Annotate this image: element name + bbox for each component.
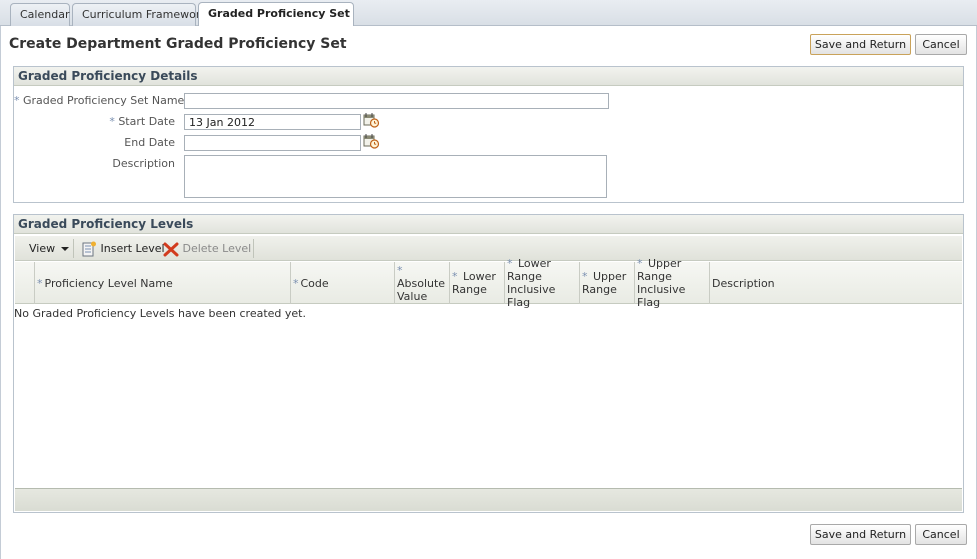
column-header-absolute-value[interactable]: * Absolute Value (395, 262, 450, 304)
column-header-lower-range-inclusive-flag[interactable]: * Lower Range Inclusive Flag (505, 257, 580, 309)
column-header-proficiency-level-name[interactable]: * Proficiency Level Name (35, 262, 291, 304)
set-name-field[interactable] (184, 93, 609, 109)
view-menu[interactable]: View (29, 239, 69, 258)
column-header-upper-range[interactable]: * Upper Range (580, 262, 635, 304)
column-header-lower-range[interactable]: * Lower Range (450, 262, 505, 304)
start-date-field[interactable] (184, 114, 361, 130)
levels-table-footer (15, 488, 962, 511)
insert-level-label: Insert Level (100, 242, 165, 255)
view-label: View (29, 242, 56, 255)
delete-level-button[interactable]: Delete Level (163, 239, 251, 258)
tab-graded-proficiency-set[interactable]: Graded Proficiency Set (198, 2, 354, 26)
levels-toolbar: View Insert Level Delete Level (15, 236, 962, 261)
details-panel: Graded Proficiency Details * Graded Prof… (13, 66, 964, 203)
row-selector-column-header (15, 262, 35, 304)
levels-panel-header: Graded Proficiency Levels (14, 215, 963, 234)
description-label: Description (112, 157, 175, 170)
delete-x-icon (163, 242, 179, 257)
required-marker: * (14, 94, 20, 107)
tab-curriculum-framework[interactable]: Curriculum Framework (72, 3, 207, 26)
insert-level-icon (82, 241, 96, 257)
chevron-down-icon (60, 247, 69, 251)
toolbar-separator (73, 239, 74, 258)
save-and-return-button-bottom[interactable]: Save and Return (810, 524, 911, 545)
description-textarea[interactable] (184, 155, 607, 198)
column-header-description[interactable]: Description (710, 262, 962, 304)
column-header-code[interactable]: * Code (291, 262, 395, 304)
insert-level-button[interactable]: Insert Level (81, 239, 165, 258)
details-panel-header: Graded Proficiency Details (14, 67, 963, 86)
cancel-button[interactable]: Cancel (915, 34, 967, 55)
save-and-return-button[interactable]: Save and Return (810, 34, 911, 55)
end-date-label: End Date (124, 136, 175, 149)
levels-table-header: * Proficiency Level Name * Code * Absolute… (15, 257, 962, 309)
delete-level-label: Delete Level (182, 242, 252, 255)
end-date-field[interactable] (184, 135, 361, 151)
calendar-icon[interactable] (363, 112, 380, 128)
empty-table-message: No Graded Proficiency Levels have been c… (14, 307, 306, 320)
start-date-label: * Start Date (109, 115, 175, 128)
column-header-upper-range-inclusive-flag[interactable]: * Upper Range Inclusive Flag (635, 257, 710, 309)
tab-bar: Calendar Curriculum Framework Graded Pro… (0, 0, 977, 26)
levels-panel: Graded Proficiency Levels View Insert Le… (13, 214, 964, 513)
page-title: Create Department Graded Proficiency Set (9, 36, 347, 52)
set-name-label: * Graded Proficiency Set Name (14, 94, 185, 107)
required-marker: * (109, 115, 115, 128)
toolbar-separator (253, 239, 254, 258)
calendar-icon[interactable] (363, 133, 380, 149)
cancel-button-bottom[interactable]: Cancel (915, 524, 967, 545)
tab-calendar[interactable]: Calendar (10, 3, 70, 26)
